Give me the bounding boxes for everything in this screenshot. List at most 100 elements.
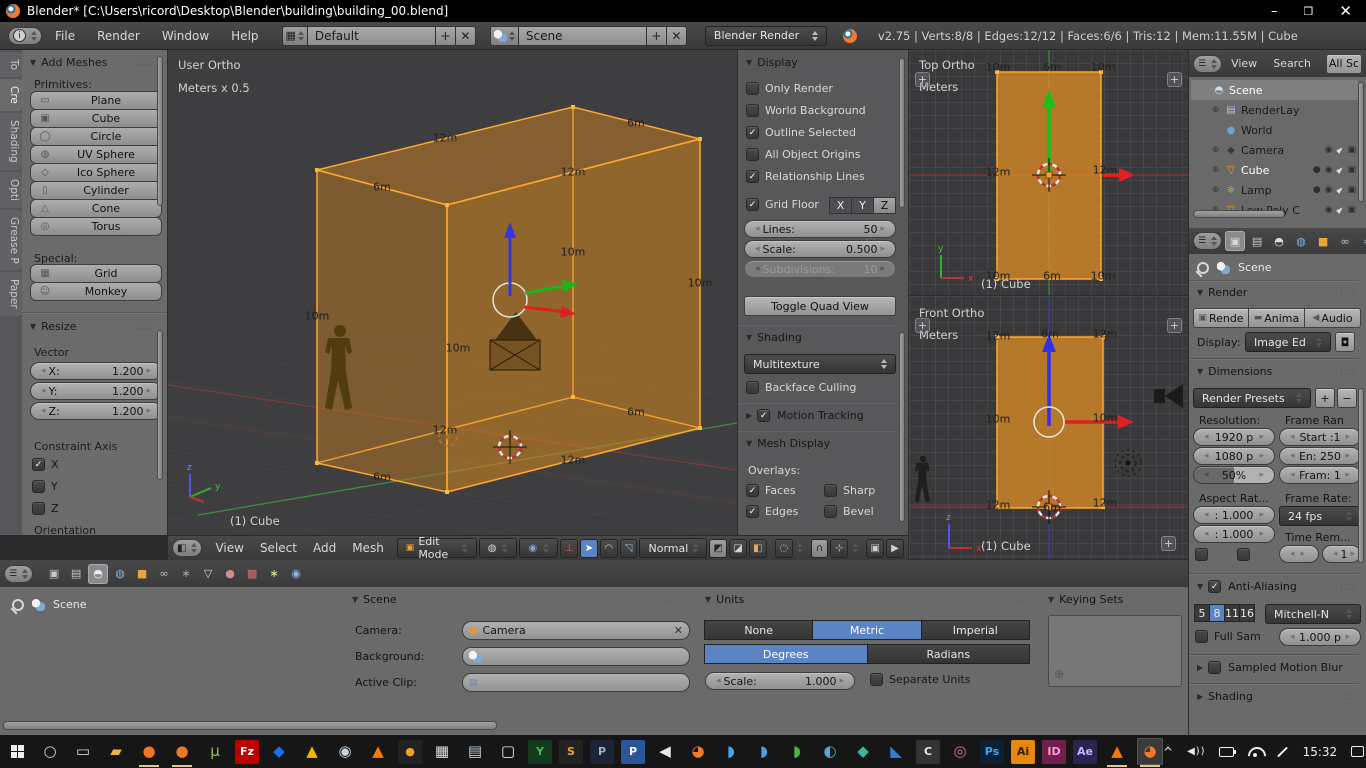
constraint-axis-x[interactable]: X — [32, 458, 59, 471]
orientation-select[interactable]: Normal — [639, 538, 707, 558]
time-remap-new-field[interactable]: 1 — [1322, 545, 1361, 563]
menu-select[interactable]: Select — [253, 541, 304, 555]
add-layout-button[interactable]: + — [436, 26, 456, 46]
resize-z-field[interactable]: Z:1.200 — [30, 402, 162, 420]
tab-world[interactable]: ◍ — [110, 564, 130, 584]
material-dot-icon[interactable]: ● — [1313, 165, 1321, 175]
full-sample-check[interactable]: Full Sam — [1195, 630, 1261, 643]
taskbar-blue-bird-1[interactable]: ◗ — [718, 738, 744, 765]
taskbar-app-p-dark[interactable]: P — [590, 740, 614, 764]
camera-combo[interactable]: ■ Camera ✕ — [462, 621, 690, 640]
constraint-axis-z[interactable]: Z — [32, 502, 59, 515]
menu-help[interactable]: Help — [222, 29, 267, 43]
render-toggle-icon[interactable]: ▣ — [1347, 165, 1356, 175]
menu-view[interactable]: View — [1224, 57, 1264, 70]
primitive-cylinder[interactable]: ▯Cylinder — [30, 181, 162, 200]
primitive-plane[interactable]: ▭Plane — [30, 91, 162, 110]
manipulator-axes-button[interactable]: ⊥ — [560, 539, 578, 558]
frame-start-field[interactable]: Start :1 — [1279, 428, 1361, 446]
render-toggle-icon[interactable]: ▣ — [1347, 185, 1356, 195]
resize-y-field[interactable]: Y:1.200 — [30, 382, 162, 400]
scene-value[interactable]: Scene — [519, 26, 647, 46]
taskbar-calculator[interactable]: ▦ — [429, 738, 455, 765]
add-keying-set-icon[interactable]: ⊕ — [1054, 667, 1064, 681]
properties-scrollbar[interactable] — [1358, 388, 1364, 563]
tab-render[interactable]: ▣ — [1225, 231, 1245, 251]
taskbar-document[interactable]: ▢ — [495, 738, 521, 765]
check-grid-floor[interactable]: Grid Floor — [746, 198, 819, 211]
taskbar-utorrent[interactable]: µ — [202, 738, 228, 765]
dimensions-panel-header[interactable]: Dimensions:::: — [1197, 365, 1356, 378]
toolshelf-scrollbar-2[interactable] — [157, 330, 163, 480]
wifi-icon[interactable] — [1248, 747, 1262, 757]
cursor-select-icon[interactable]: ► — [1334, 164, 1346, 176]
pen-icon[interactable] — [1277, 746, 1288, 757]
active-clip-combo[interactable]: ▤ — [462, 673, 690, 692]
taskbar-globe[interactable]: ◐ — [817, 738, 843, 765]
taskbar-sublime[interactable]: S — [559, 740, 583, 764]
taskbar-illustrator[interactable]: Ai — [1011, 740, 1035, 764]
menu-add[interactable]: Add — [306, 541, 343, 555]
tab-modifiers[interactable]: ∗ — [176, 564, 196, 584]
taskbar-blender[interactable]: ◕ — [685, 738, 711, 765]
checkbox[interactable] — [824, 505, 837, 518]
clock[interactable]: 15:32 — [1303, 745, 1338, 759]
expand-region-button-2[interactable]: + — [1167, 318, 1182, 333]
layout-value[interactable]: Default — [308, 26, 436, 46]
checkbox[interactable] — [870, 673, 883, 686]
eye-icon[interactable]: ◉ — [1325, 205, 1333, 215]
expand-icon[interactable]: ⊕ — [1210, 105, 1221, 115]
notification-icon[interactable] — [1351, 746, 1364, 757]
tab-physics[interactable]: ◉ — [286, 564, 306, 584]
checkbox[interactable] — [746, 170, 759, 183]
pin-icon[interactable] — [12, 599, 24, 611]
taskbar-green-bird[interactable]: ◗ — [784, 738, 810, 765]
checkbox[interactable] — [746, 198, 759, 211]
taskbar-media-player[interactable]: ◀ — [652, 738, 678, 765]
taskbar-ccleaner[interactable]: C — [916, 740, 940, 764]
add-preset-button[interactable]: + — [1315, 388, 1335, 408]
taskbar-google-drive[interactable]: ▲ — [299, 738, 325, 765]
primitive-torus[interactable]: ◎Torus — [30, 217, 162, 236]
primitive-uv-sphere[interactable]: ◍UV Sphere — [30, 145, 162, 164]
grid-floor-axis-x[interactable]: X — [829, 197, 852, 214]
resolution-y-field[interactable]: 1080 p — [1193, 447, 1275, 465]
primitive-cone[interactable]: △Cone — [30, 199, 162, 218]
unit-rotation-degrees[interactable]: Degrees — [704, 644, 868, 664]
clear-icon[interactable]: ✕ — [674, 624, 683, 637]
pivot-point-select[interactable]: ◉ — [519, 538, 558, 558]
outliner-row-renderlay[interactable]: ⊕▤RenderLay — [1191, 100, 1358, 120]
outliner-hscrollbar[interactable] — [1193, 210, 1285, 218]
taskbar-start[interactable] — [4, 738, 30, 765]
special-monkey[interactable]: ☺Monkey — [30, 282, 162, 301]
checkbox[interactable] — [746, 484, 759, 497]
tab-constraints[interactable]: ∞ — [154, 564, 174, 584]
checkbox[interactable] — [757, 409, 770, 422]
grid-floor-axis-y[interactable]: Y — [851, 197, 874, 214]
shading-mode-select[interactable]: Multitexture — [744, 354, 896, 374]
crop-checkbox[interactable] — [1237, 548, 1250, 561]
unit-system-none[interactable]: None — [704, 620, 813, 640]
taskbar-shield[interactable]: ◆ — [850, 738, 876, 765]
toolshelf-tab-shading[interactable]: Shading — [0, 113, 22, 170]
taskbar-indesign[interactable]: ID — [1042, 740, 1066, 764]
constraint-axis-y[interactable]: Y — [32, 480, 59, 493]
taskbar-search[interactable]: ○ — [37, 738, 63, 765]
viewport-front-ortho[interactable]: z x Front Ortho Meters (1) Cube 12m6m12m… — [908, 296, 1188, 560]
taskbar-after-effects[interactable]: Ae — [1073, 740, 1097, 764]
tab-object[interactable]: ■ — [1313, 231, 1333, 251]
tab-render-layers[interactable]: ▤ — [66, 564, 86, 584]
check-only-render[interactable]: Only Render — [746, 82, 866, 95]
render-still-button[interactable]: ▣Rende — [1193, 308, 1249, 328]
eye-icon[interactable]: ◉ — [1325, 165, 1333, 175]
add-scene-button[interactable]: + — [647, 26, 667, 46]
aa-samples-5[interactable]: 5 — [1194, 604, 1210, 622]
checkbox[interactable] — [746, 104, 759, 117]
editor-type-properties-bottom[interactable]: ☰ — [4, 565, 33, 583]
tab-particles[interactable]: ∗ — [264, 564, 284, 584]
taskbar-notepad[interactable]: ▤ — [462, 738, 488, 765]
rotate-manipulator-button[interactable]: ◠ — [600, 539, 618, 558]
menu-mesh[interactable]: Mesh — [345, 541, 391, 555]
tab-material[interactable]: ● — [220, 564, 240, 584]
layout-icon[interactable]: ▦ — [282, 26, 308, 46]
